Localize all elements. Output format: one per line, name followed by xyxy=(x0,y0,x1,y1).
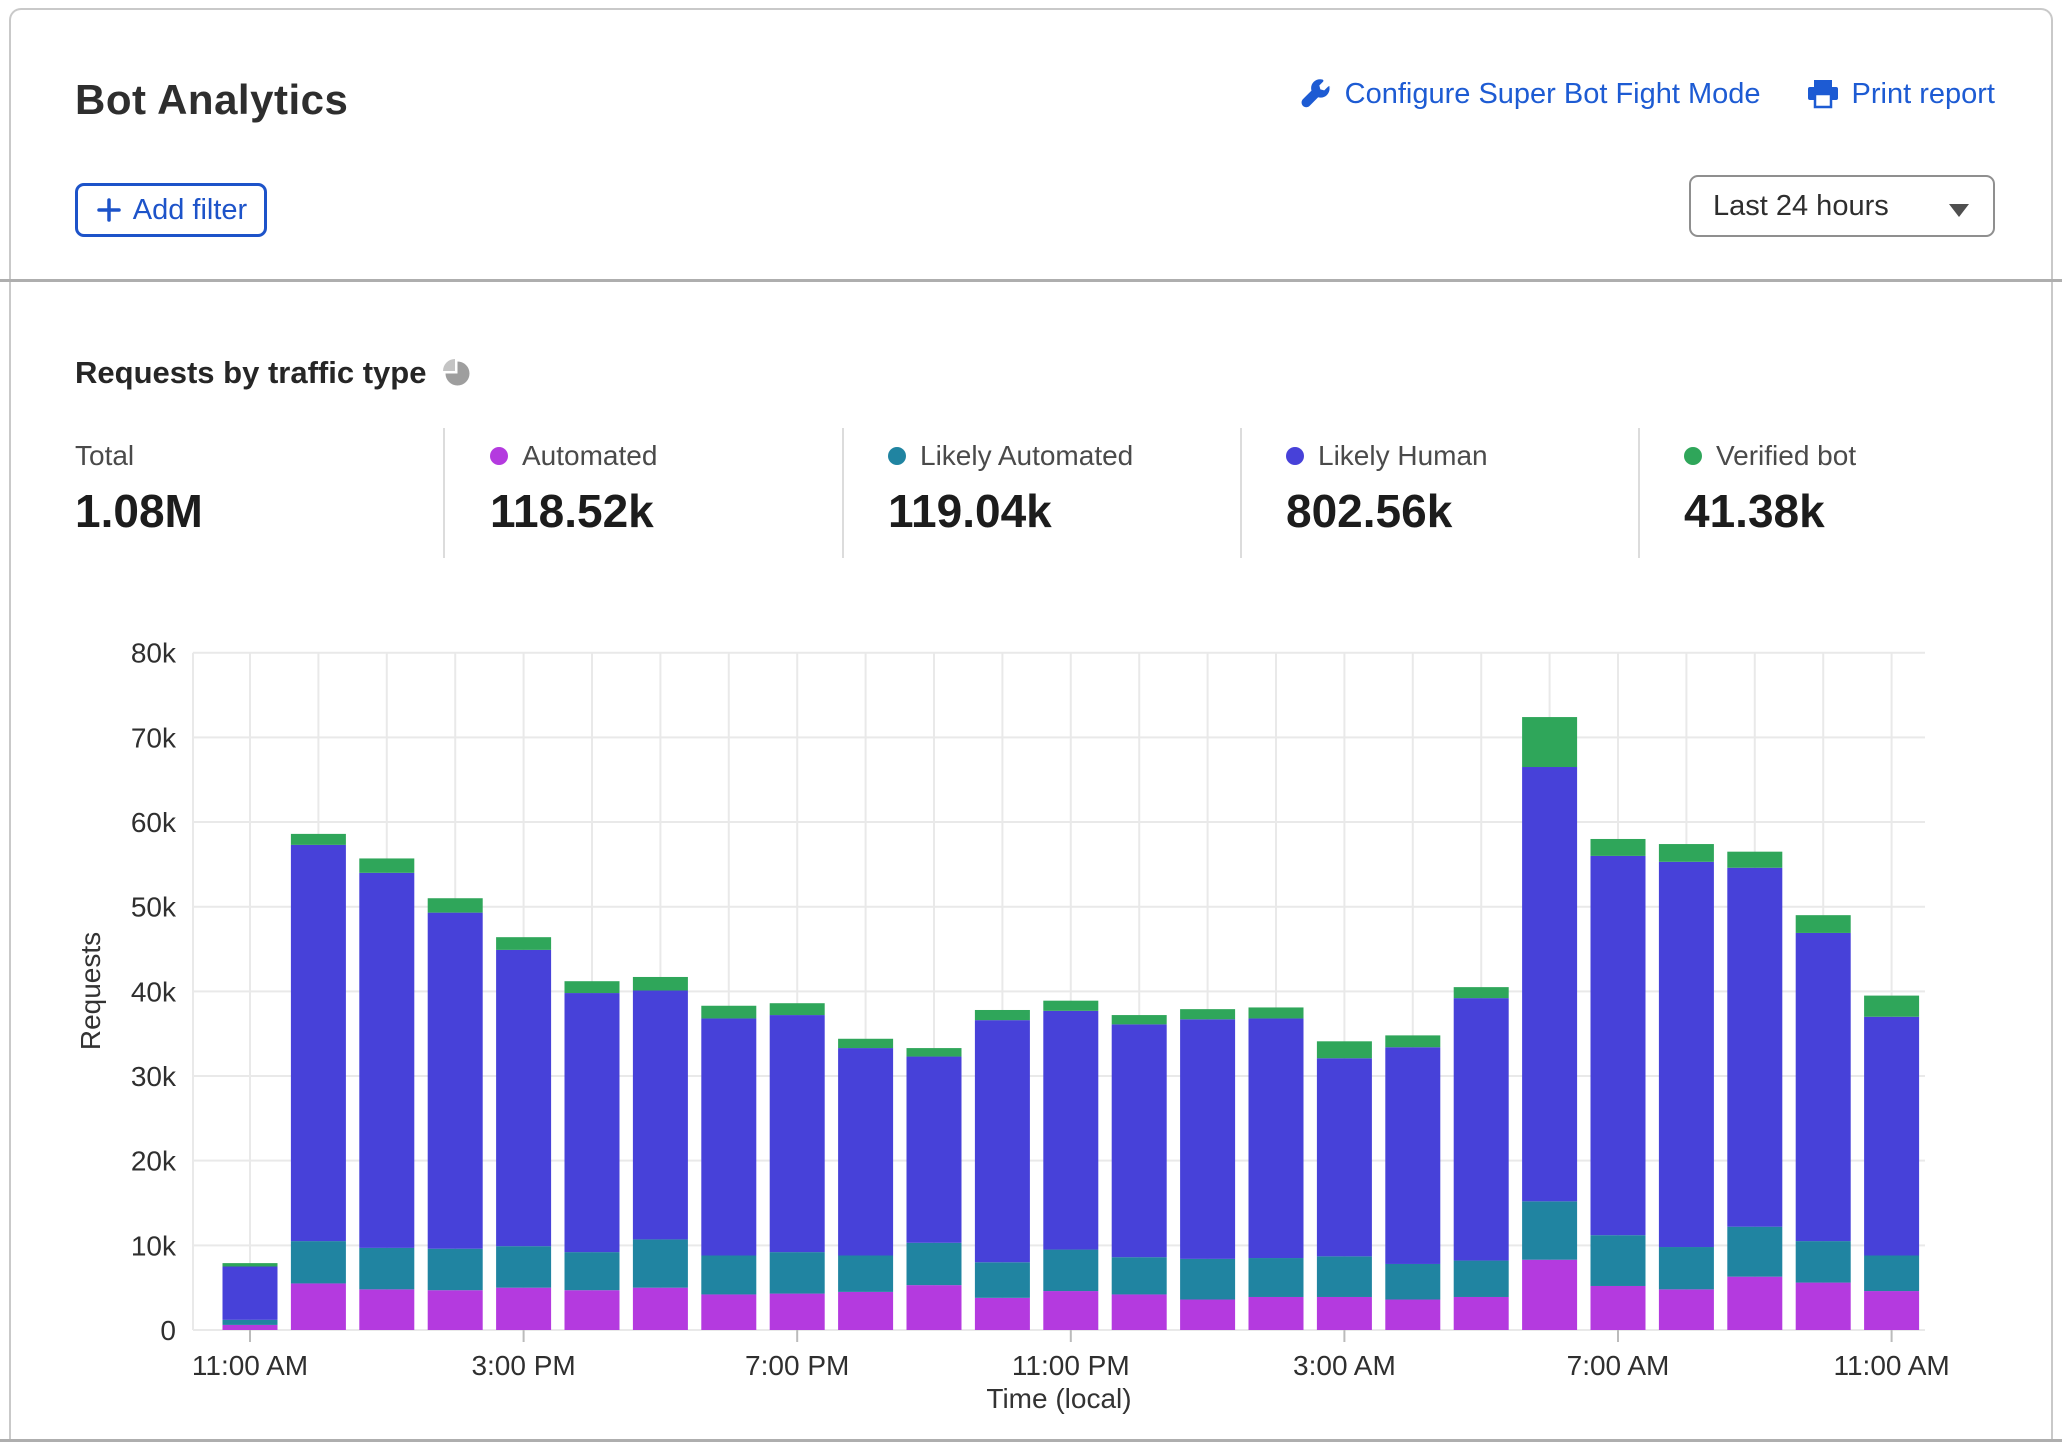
svg-text:30k: 30k xyxy=(131,1061,177,1092)
print-report-link[interactable]: Print report xyxy=(1807,78,1995,111)
stat-divider xyxy=(443,428,445,558)
section-title: Requests by traffic type xyxy=(75,355,426,391)
legend-dot xyxy=(888,447,906,465)
svg-text:7:00 PM: 7:00 PM xyxy=(745,1350,849,1381)
stat-divider xyxy=(1240,428,1242,558)
add-filter-button[interactable]: Add filter xyxy=(75,183,267,237)
stat-verified-bot: Verified bot 41.38k xyxy=(1684,440,1856,538)
stat-value: 119.04k xyxy=(888,484,1133,538)
svg-text:Time (local): Time (local) xyxy=(986,1383,1131,1414)
svg-text:Requests: Requests xyxy=(75,932,106,1050)
wrench-icon xyxy=(1301,79,1332,110)
header-links: Configure Super Bot Fight Mode Print rep… xyxy=(1301,78,1995,111)
stat-label: Verified bot xyxy=(1716,440,1856,472)
stat-label: Likely Automated xyxy=(920,440,1133,472)
svg-text:11:00 PM: 11:00 PM xyxy=(1012,1350,1130,1381)
section-title-row: Requests by traffic type xyxy=(75,355,471,391)
stat-value: 1.08M xyxy=(75,484,203,538)
requests-by-traffic-type-chart: 0 10k 20k 30k 40k 50k 60k 70k 80k 11:00 AM 3:00 PM… xyxy=(0,585,2062,1437)
stat-automated: Automated 118.52k xyxy=(490,440,657,538)
bottom-divider xyxy=(0,1439,2062,1442)
configure-super-bot-fight-mode-link[interactable]: Configure Super Bot Fight Mode xyxy=(1301,78,1761,111)
stat-divider xyxy=(1638,428,1640,558)
stat-value: 41.38k xyxy=(1684,484,1856,538)
svg-text:20k: 20k xyxy=(131,1146,177,1177)
svg-text:60k: 60k xyxy=(131,807,177,838)
pie-chart-icon xyxy=(443,359,471,387)
svg-text:11:00 AM: 11:00 AM xyxy=(192,1350,308,1381)
svg-text:70k: 70k xyxy=(131,722,177,753)
stat-label: Total xyxy=(75,440,134,472)
stat-label: Likely Human xyxy=(1318,440,1488,472)
legend-dot xyxy=(490,447,508,465)
chevron-down-icon xyxy=(1949,204,1969,217)
time-range-select[interactable]: Last 24 hours xyxy=(1689,175,1995,237)
stat-divider xyxy=(842,428,844,558)
legend-dot xyxy=(1684,447,1702,465)
stat-likely-automated: Likely Automated 119.04k xyxy=(888,440,1133,538)
plus-icon xyxy=(95,196,123,224)
svg-text:11:00 AM: 11:00 AM xyxy=(1833,1350,1949,1381)
stat-value: 118.52k xyxy=(490,484,657,538)
stat-total: Total 1.08M xyxy=(75,440,203,538)
stat-likely-human: Likely Human 802.56k xyxy=(1286,440,1488,538)
svg-text:40k: 40k xyxy=(131,976,177,1007)
stat-value: 802.56k xyxy=(1286,484,1488,538)
svg-text:0: 0 xyxy=(160,1315,176,1346)
svg-text:3:00 AM: 3:00 AM xyxy=(1293,1350,1396,1381)
stats-row: Total 1.08M Automated 118.52k Likely Automat… xyxy=(0,428,2062,560)
svg-text:10k: 10k xyxy=(131,1230,177,1261)
page-title: Bot Analytics xyxy=(75,76,348,124)
legend-dot xyxy=(1286,447,1304,465)
svg-text:80k: 80k xyxy=(131,638,177,669)
svg-text:50k: 50k xyxy=(131,892,177,923)
printer-icon xyxy=(1807,79,1839,110)
svg-text:3:00 PM: 3:00 PM xyxy=(471,1350,575,1381)
svg-text:7:00 AM: 7:00 AM xyxy=(1567,1350,1670,1381)
stat-label: Automated xyxy=(522,440,657,472)
header-content-divider xyxy=(0,279,2062,282)
